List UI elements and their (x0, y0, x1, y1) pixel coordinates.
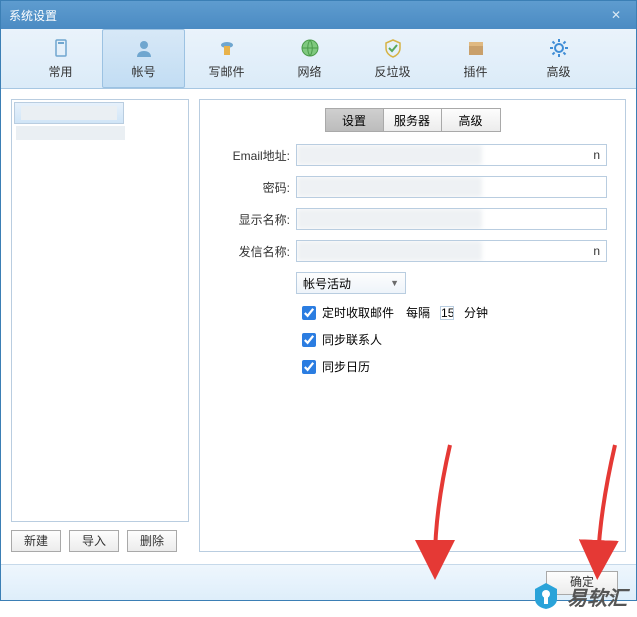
toolbar-label: 帐号 (131, 63, 155, 80)
password-label: 密码: (218, 179, 296, 196)
left-buttons: 新建 导入 删除 (11, 530, 189, 552)
import-button[interactable]: 导入 (69, 530, 119, 552)
toolbar-item-network[interactable]: 网络 (268, 29, 351, 88)
fetch-checkbox[interactable] (302, 306, 316, 320)
sender-label: 发信名称: (218, 243, 296, 260)
display-label: 显示名称: (218, 211, 296, 228)
email-label: Email地址: (218, 147, 296, 164)
password-field[interactable] (296, 176, 607, 198)
sender-field[interactable]: n (296, 240, 607, 262)
tab-server[interactable]: 服务器 (384, 109, 442, 131)
blurred-text (21, 106, 117, 120)
list-item[interactable] (14, 102, 124, 124)
toolbar-item-compose[interactable]: 写邮件 (185, 29, 268, 88)
tab-settings[interactable]: 设置 (326, 109, 384, 131)
toolbar-label: 反垃圾 (374, 63, 410, 80)
toolbar: 常用 帐号 写邮件 网络 反垃圾 插件 高级 (1, 29, 636, 89)
delete-button[interactable]: 删除 (127, 530, 177, 552)
sync-calendar-checkbox[interactable] (302, 360, 316, 374)
minutes-input[interactable] (440, 306, 454, 320)
right-column: 设置 服务器 高级 Email地址: n 密码: 显示名称: (199, 99, 626, 552)
shield-icon (382, 37, 404, 59)
sync-contacts-checkbox[interactable] (302, 333, 316, 347)
tab-advanced[interactable]: 高级 (442, 109, 500, 131)
minutes-suffix: 分钟 (464, 304, 488, 321)
window-title: 系统设置 (9, 7, 604, 24)
chevron-down-icon: ▼ (390, 278, 399, 288)
activity-value: 帐号活动 (303, 275, 351, 292)
every-label: 每隔 (406, 304, 430, 321)
watermark: 易软汇 (531, 581, 627, 611)
toolbar-label: 网络 (297, 63, 321, 80)
toolbar-item-general[interactable]: 常用 (19, 29, 102, 88)
list-item[interactable] (14, 124, 186, 142)
compose-icon (216, 37, 238, 59)
logo-icon (531, 581, 561, 611)
toolbar-item-advanced[interactable]: 高级 (517, 29, 600, 88)
toolbar-label: 写邮件 (208, 63, 244, 80)
account-icon (133, 37, 155, 59)
email-field[interactable]: n (296, 144, 607, 166)
close-icon: ✕ (611, 8, 621, 22)
toolbar-item-plugins[interactable]: 插件 (434, 29, 517, 88)
toolbar-label: 高级 (546, 63, 570, 80)
sync-contacts-label: 同步联系人 (322, 331, 382, 348)
close-button[interactable]: ✕ (604, 5, 628, 25)
box-icon (465, 37, 487, 59)
subtabs: 设置 服务器 高级 (325, 108, 501, 132)
general-icon (50, 37, 72, 59)
fetch-label: 定时收取邮件 (322, 304, 394, 321)
sync-calendar-label: 同步日历 (322, 358, 370, 375)
gear-icon (548, 37, 570, 59)
new-button[interactable]: 新建 (11, 530, 61, 552)
toolbar-item-account[interactable]: 帐号 (102, 29, 185, 88)
display-field[interactable] (296, 208, 607, 230)
toolbar-label: 插件 (463, 63, 487, 80)
blurred-text (16, 126, 125, 140)
right-panel: 设置 服务器 高级 Email地址: n 密码: 显示名称: (199, 99, 626, 552)
body: 新建 导入 删除 设置 服务器 高级 Email地址: n 密码 (1, 89, 636, 558)
settings-window: 系统设置 ✕ 常用 帐号 写邮件 网络 反垃圾 插件 (0, 0, 637, 601)
activity-select[interactable]: 帐号活动 ▼ (296, 272, 406, 294)
watermark-text: 易软汇 (567, 582, 627, 611)
titlebar: 系统设置 ✕ (1, 1, 636, 29)
left-column: 新建 导入 删除 (11, 99, 189, 552)
form: Email地址: n 密码: 显示名称: 发信名称: n (200, 144, 625, 385)
toolbar-label: 常用 (48, 63, 72, 80)
toolbar-item-antispam[interactable]: 反垃圾 (351, 29, 434, 88)
account-list[interactable] (11, 99, 189, 522)
globe-icon (299, 37, 321, 59)
